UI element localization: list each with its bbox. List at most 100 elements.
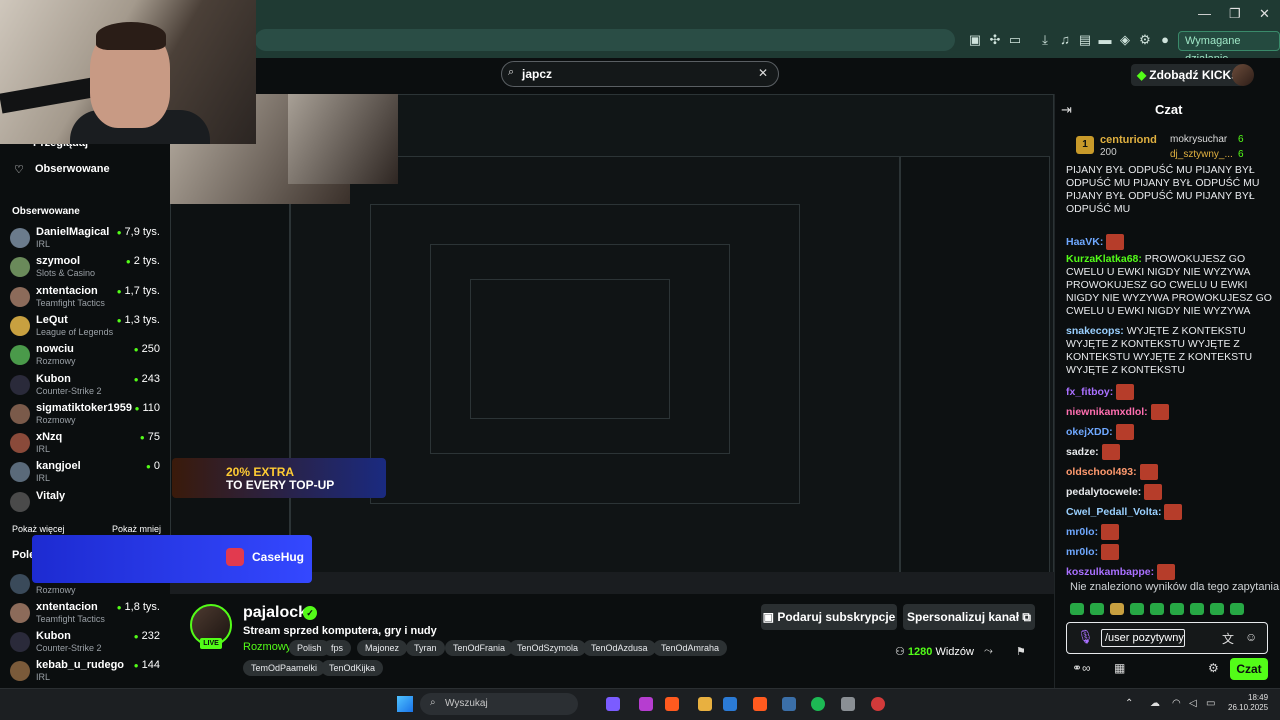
- chat-username[interactable]: fx_fitboy:: [1066, 386, 1113, 398]
- store-icon[interactable]: [723, 697, 737, 711]
- gear-icon[interactable]: ⚙: [1137, 32, 1153, 48]
- file-explorer-icon[interactable]: [698, 697, 712, 711]
- sidebar-channel[interactable]: KubonCounter-Strike 2 232: [10, 630, 160, 658]
- channel-name[interactable]: pajalock: [243, 604, 307, 622]
- emote[interactable]: [1130, 603, 1144, 615]
- close-icon[interactable]: ✕: [1259, 6, 1270, 22]
- emote[interactable]: [1230, 603, 1244, 615]
- stream-tag[interactable]: TenOdAzdusa: [583, 640, 656, 656]
- shield-icon[interactable]: ◈: [1117, 32, 1133, 48]
- chat-settings-icon[interactable]: ⚙: [1208, 661, 1219, 675]
- stream-tag[interactable]: TenOdFrania: [445, 640, 514, 656]
- music-icon[interactable]: ♫: [1057, 32, 1073, 48]
- maximize-icon[interactable]: ❐: [1229, 6, 1241, 22]
- link-icon[interactable]: ⚭∞: [1072, 661, 1091, 675]
- chat-username[interactable]: oldschool493:: [1066, 466, 1137, 478]
- leaderboard-name[interactable]: dj_sztywny_...: [1170, 149, 1233, 160]
- stream-tag[interactable]: TemOdPaamelki: [243, 660, 326, 676]
- chat-username[interactable]: snakecops:: [1066, 325, 1124, 337]
- collapse-chat-icon[interactable]: ⇥: [1061, 102, 1072, 118]
- chat-username[interactable]: KurzaKlatka68:: [1066, 253, 1142, 265]
- chat-username[interactable]: sadze:: [1066, 446, 1099, 458]
- bookmarks-icon[interactable]: ▤: [1077, 32, 1093, 48]
- app-icon[interactable]: [871, 697, 885, 711]
- puzzle-icon[interactable]: ✣: [987, 32, 1003, 48]
- clear-search-icon[interactable]: ✕: [758, 66, 768, 80]
- cloud-icon[interactable]: ☁: [1150, 698, 1160, 709]
- clock[interactable]: 18:49 26.10.2025: [1228, 693, 1268, 713]
- emote[interactable]: [1190, 603, 1204, 615]
- minimize-icon[interactable]: —: [1198, 6, 1211, 21]
- chat-username[interactable]: pedalytocwele:: [1066, 486, 1141, 498]
- battery-icon[interactable]: ▭: [1206, 698, 1215, 709]
- chat-username[interactable]: HaaVK:: [1066, 236, 1103, 248]
- chat-username[interactable]: mr0lo:: [1066, 546, 1098, 558]
- leaderboard-name[interactable]: mokrysuchar: [1170, 134, 1227, 145]
- get-kicks-button[interactable]: ◆ Zdobądź KICKs: [1131, 64, 1244, 86]
- sidebar-channel[interactable]: LeQutLeague of Legends1,3 tys.: [10, 314, 160, 342]
- emote[interactable]: [1090, 603, 1104, 615]
- emote[interactable]: [1150, 603, 1164, 615]
- sidebar-channel[interactable]: sigmatiktoker1959Rozmowy 110: [10, 402, 160, 430]
- copilot-icon[interactable]: [606, 697, 620, 711]
- customize-channel-button[interactable]: Spersonalizuj kanał ⧉: [903, 604, 1035, 630]
- show-more-button[interactable]: Pokaż więcej: [12, 524, 65, 534]
- tab-icon[interactable]: ▭: [1007, 32, 1023, 48]
- download-icon[interactable]: ⤓: [1037, 32, 1053, 48]
- app-icon[interactable]: [639, 697, 653, 711]
- chat-send-button[interactable]: Czat: [1230, 658, 1268, 680]
- emote[interactable]: [1110, 603, 1124, 615]
- profile-avatar[interactable]: [1232, 64, 1254, 86]
- video-player[interactable]: [170, 94, 1054, 594]
- stream-category[interactable]: Rozmowy: [243, 641, 291, 653]
- brave-icon[interactable]: [753, 697, 767, 711]
- share-icon[interactable]: ⤳: [984, 645, 993, 658]
- chat-username[interactable]: Cwel_Pedall_Volta:: [1066, 506, 1162, 518]
- stream-tag[interactable]: TenOdAmraha: [653, 640, 728, 656]
- extension-icon[interactable]: ▣: [967, 32, 983, 48]
- chat-username[interactable]: niewnikamxdlol:: [1066, 406, 1148, 418]
- stream-tag[interactable]: TenOdKijka: [321, 660, 384, 676]
- sidebar-channel[interactable]: xntentacionTeamfight Tactics 1,8 tys.: [10, 601, 160, 629]
- leaderboard-name[interactable]: centuriond: [1100, 134, 1157, 146]
- spotify-icon[interactable]: [811, 697, 825, 711]
- emote[interactable]: [1170, 603, 1184, 615]
- tray-up-icon[interactable]: ⌃: [1125, 698, 1133, 709]
- chat-username[interactable]: koszulkambappe:: [1066, 566, 1154, 578]
- sidebar-channel[interactable]: kebab_u_rudegoIRL 144: [10, 659, 160, 687]
- stream-tag[interactable]: fps: [323, 640, 352, 656]
- stream-tag[interactable]: Tyran: [406, 640, 445, 656]
- volume-icon[interactable]: ◁: [1189, 698, 1197, 709]
- emote[interactable]: [1070, 603, 1084, 615]
- settings-icon[interactable]: [841, 697, 855, 711]
- report-icon[interactable]: ⚑: [1016, 645, 1026, 658]
- wallet-icon[interactable]: ▬: [1097, 32, 1113, 48]
- search-query[interactable]: japcz: [522, 67, 552, 81]
- translate-icon[interactable]: 文: [1222, 630, 1234, 647]
- chat-username[interactable]: mr0lo:: [1066, 526, 1098, 538]
- sidebar-following-nav[interactable]: Obserwowane: [35, 163, 110, 175]
- taskbar-search[interactable]: [420, 693, 578, 715]
- show-less-button[interactable]: Pokaż mniej: [112, 524, 161, 534]
- required-action-button[interactable]: Wymagane działanie: [1178, 31, 1280, 65]
- wifi-icon[interactable]: ◠: [1172, 698, 1181, 709]
- emoji-icon[interactable]: ☺: [1245, 630, 1257, 644]
- brave-icon[interactable]: [665, 697, 679, 711]
- emote[interactable]: [1210, 603, 1224, 615]
- sidebar-channel[interactable]: DanielMagicalIRL 7,9 tys.: [10, 226, 160, 254]
- sidebar-channel[interactable]: xNzqIRL 75: [10, 431, 160, 459]
- stream-tag[interactable]: TenOdSzymola: [509, 640, 587, 656]
- gift-subscription-button[interactable]: ▣ Podaruj subskrypcje: [761, 604, 897, 630]
- stream-tag[interactable]: Majonez: [357, 640, 408, 656]
- microphone-icon[interactable]: 🎙: [1077, 629, 1094, 645]
- sidebar-channel[interactable]: Vitaly: [10, 490, 160, 518]
- chat-input-field[interactable]: [1101, 629, 1185, 647]
- sidebar-channel[interactable]: xntentacionTeamfight Tactics 1,7 tys.: [10, 285, 160, 313]
- sidebar-channel[interactable]: nowciuRozmowy 250: [10, 343, 160, 371]
- chat-username[interactable]: okejXDD:: [1066, 426, 1113, 438]
- sidebar-channel[interactable]: szymoolSlots & Casino 2 tys.: [10, 255, 160, 283]
- steam-icon[interactable]: [782, 697, 796, 711]
- address-bar[interactable]: [255, 29, 955, 51]
- windows-start-icon[interactable]: [397, 696, 413, 712]
- store-icon[interactable]: ▦: [1114, 661, 1125, 675]
